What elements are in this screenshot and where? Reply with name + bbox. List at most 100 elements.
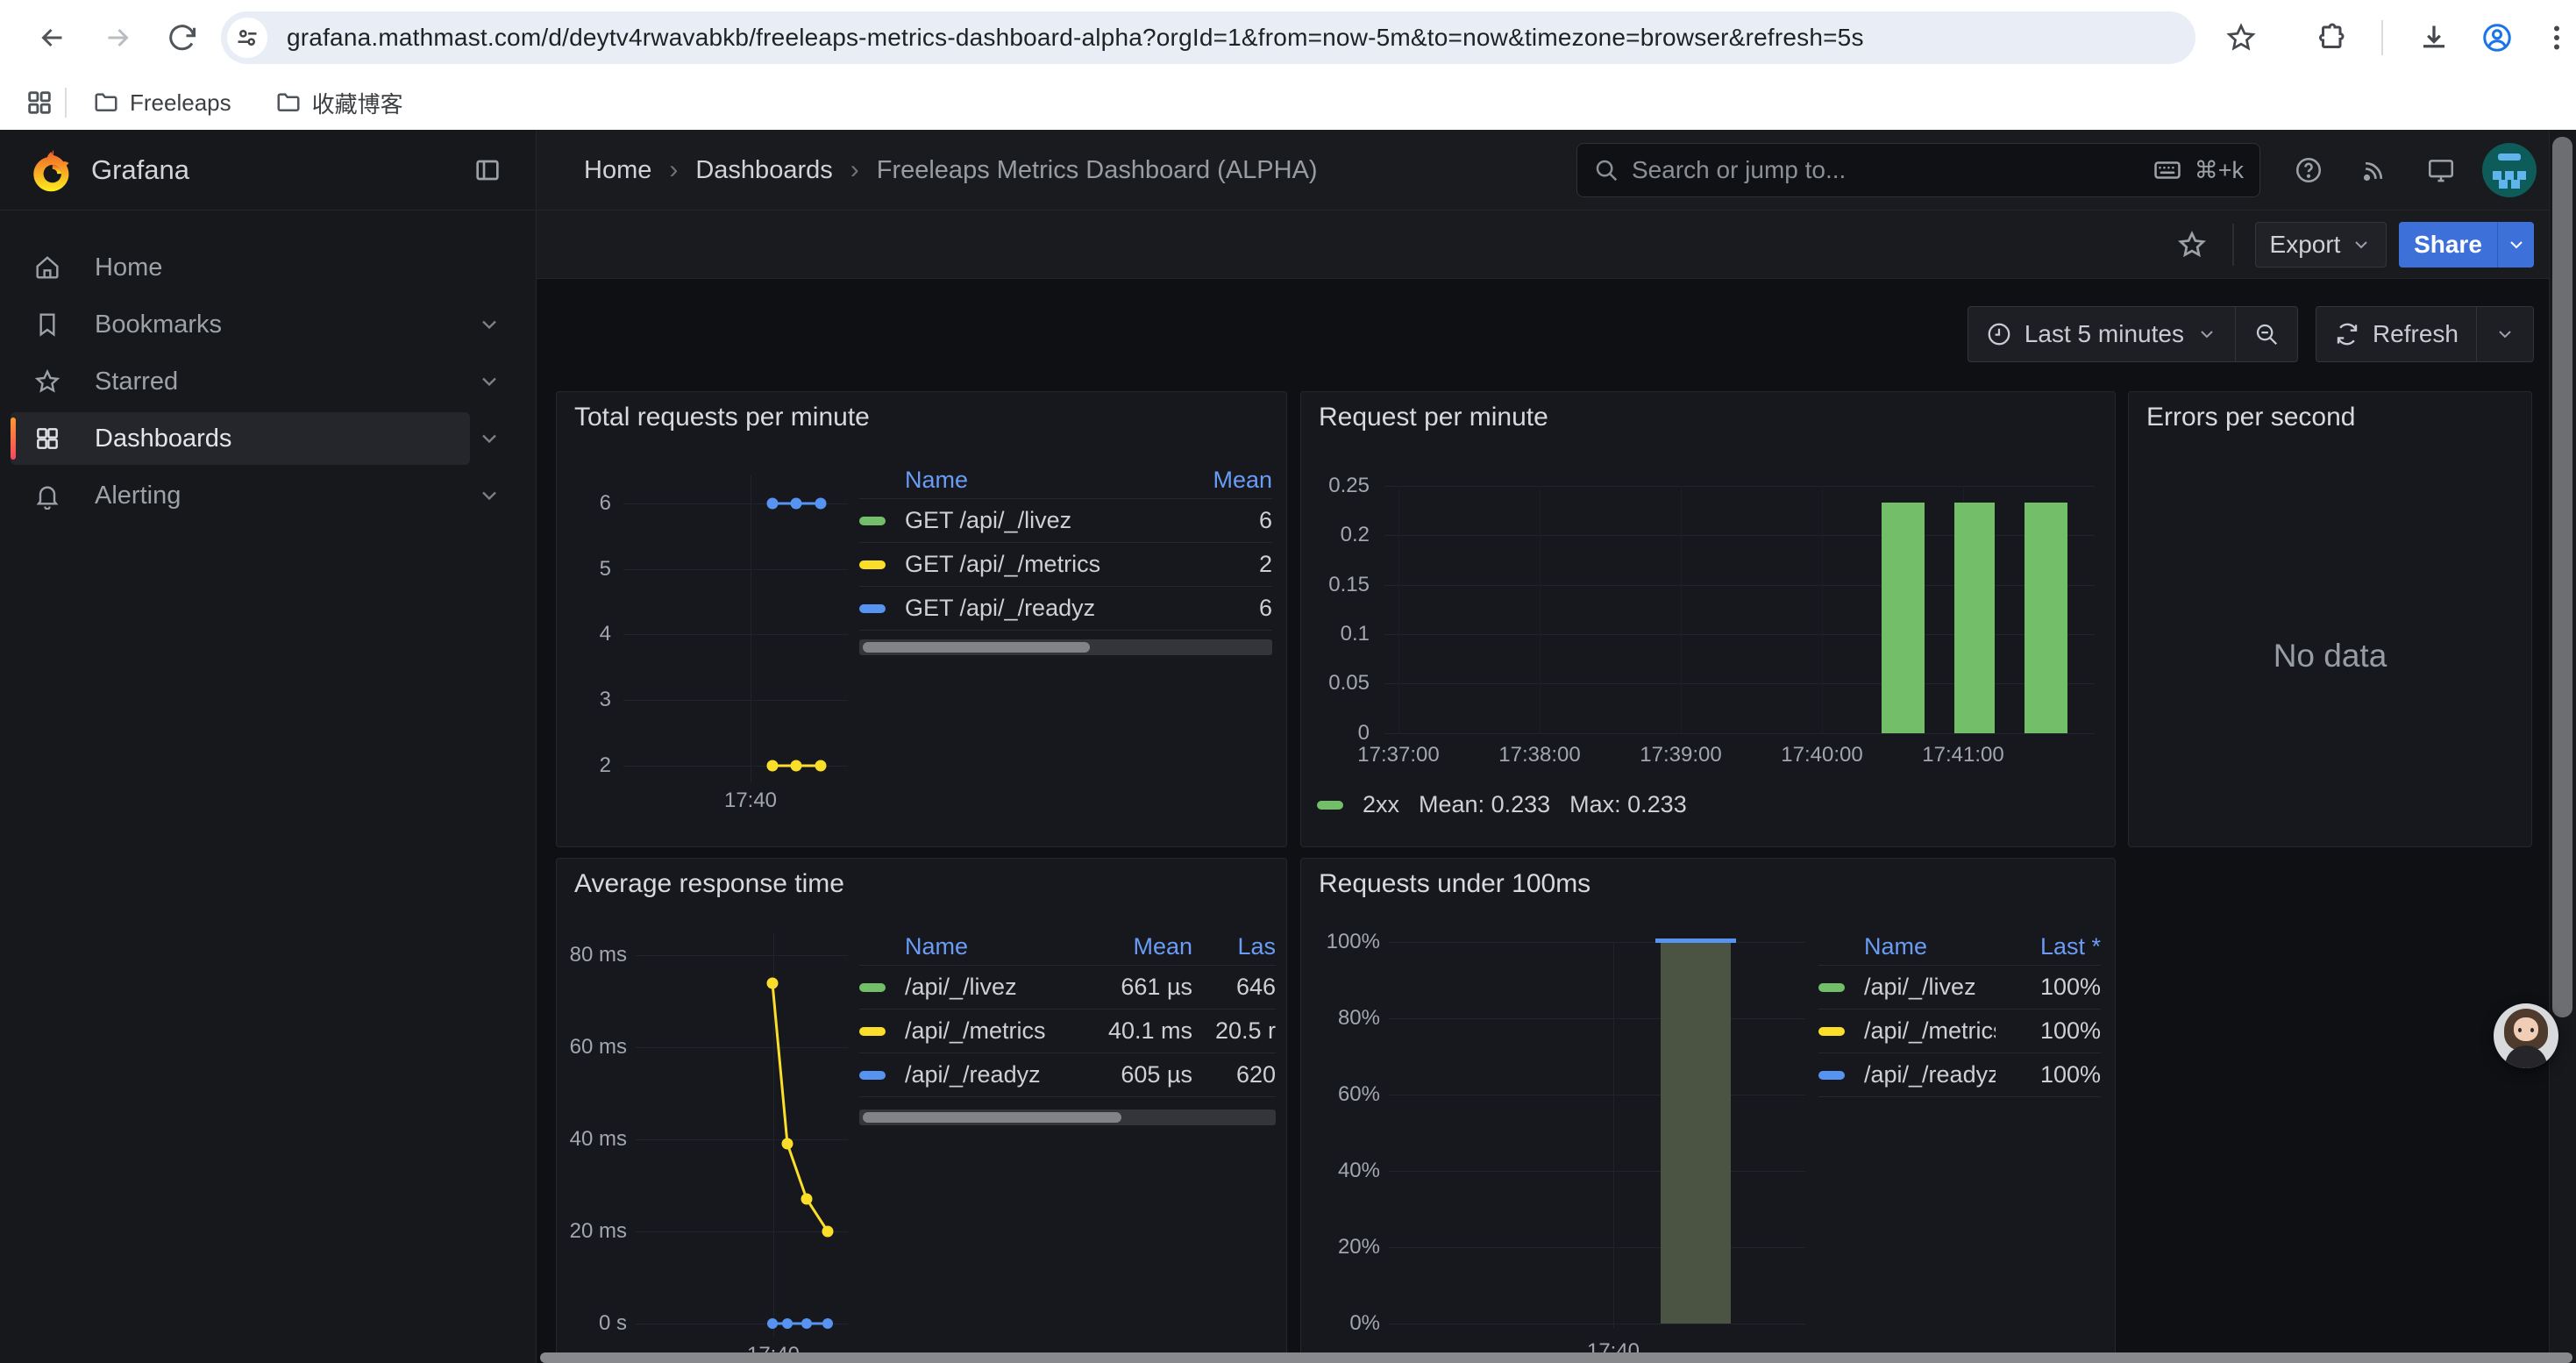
sidebar-item-alerting[interactable]: Alerting — [11, 469, 470, 522]
no-data-message: No data — [2129, 638, 2531, 674]
panel-title[interactable]: Average response time — [574, 869, 844, 899]
col-name[interactable]: Name — [1864, 933, 1996, 960]
breadcrumb-separator: › — [669, 155, 678, 185]
bookmark-folder-blogs[interactable]: 收藏博客 — [261, 80, 417, 126]
zoom-out-button[interactable] — [2235, 307, 2297, 361]
legend-row[interactable]: /api/_/readyz 100% — [1818, 1053, 2101, 1097]
legend-row[interactable]: GET /api/_/readyz 6 — [859, 587, 1272, 631]
share-dropdown-button[interactable] — [2497, 222, 2534, 268]
breadcrumb-home[interactable]: Home — [584, 156, 651, 185]
legend-row[interactable]: /api/_/metrics 40.1 ms 20.5 r — [859, 1010, 1276, 1053]
share-label: Share — [2414, 231, 2482, 259]
search-shortcut: ⌘+k — [2195, 157, 2244, 184]
bar-2xx[interactable] — [2025, 503, 2067, 733]
home-icon — [33, 253, 61, 282]
line-chart[interactable] — [609, 471, 855, 804]
y-tick: 100% — [1306, 931, 1380, 953]
assistant-avatar-widget[interactable] — [2494, 1003, 2558, 1068]
x-tick: 17:41:00 — [1893, 743, 2033, 767]
time-controls: Last 5 minutes Refresh — [537, 305, 2576, 363]
y-tick: 40% — [1306, 1160, 1380, 1181]
time-picker-group: Last 5 minutes — [1968, 306, 2298, 362]
forward-icon[interactable] — [102, 22, 133, 54]
area-fill[interactable] — [1661, 942, 1731, 1324]
col-mean[interactable]: Mean — [1167, 467, 1272, 494]
line-chart[interactable] — [592, 946, 872, 1337]
zoom-out-icon — [2253, 321, 2280, 347]
panel-total-requests: Total requests per minute 6 5 4 3 2 17:4… — [556, 391, 1287, 847]
vertical-scrollbar-thumb[interactable] — [2552, 137, 2572, 1017]
extensions-icon[interactable] — [2316, 22, 2348, 54]
series-max: Max: 0.233 — [1569, 791, 1687, 818]
y-tick: 0.05 — [1308, 673, 1370, 694]
sidebar-item-label: Home — [95, 253, 162, 282]
favorite-star-icon[interactable] — [2176, 229, 2208, 260]
reload-icon[interactable] — [167, 22, 198, 54]
col-last[interactable]: Last * — [1996, 933, 2101, 960]
legend-scrollbar[interactable] — [859, 1110, 1276, 1125]
legend-row[interactable]: GET /api/_/livez 6 — [859, 499, 1272, 543]
legend-header: Name Mean — [859, 462, 1272, 499]
col-mean[interactable]: Mean — [1078, 933, 1192, 960]
legend-row[interactable]: /api/_/readyz 605 µs 620 — [859, 1053, 1276, 1097]
chevron-down-icon[interactable] — [477, 369, 502, 394]
series-mean: 661 µs — [1078, 974, 1192, 1001]
legend-row[interactable]: /api/_/metrics 100% — [1818, 1010, 2101, 1053]
url-bar[interactable]: grafana.mathmast.com/d/deytv4rwavabkb/fr… — [221, 11, 2195, 64]
sidebar-item-bookmarks[interactable]: Bookmarks — [11, 298, 470, 351]
sidebar-item-label: Bookmarks — [95, 310, 222, 339]
legend-table: Name Last * /api/_/livez 100% /api/_/met… — [1818, 929, 2101, 1097]
legend-scrollbar[interactable] — [859, 639, 1272, 655]
panel-title[interactable]: Requests under 100ms — [1319, 869, 1590, 899]
col-last[interactable]: Las — [1192, 933, 1276, 960]
chevron-down-icon[interactable] — [477, 312, 502, 337]
bar-2xx[interactable] — [1954, 503, 1995, 733]
grafana-app: Grafana Home Bookmarks Starred Dashboard… — [0, 130, 2576, 1363]
sidebar-item-dashboards[interactable]: Dashboards — [11, 412, 470, 465]
panel-title[interactable]: Total requests per minute — [574, 403, 870, 432]
export-button[interactable]: Export — [2255, 222, 2387, 268]
monitor-icon[interactable] — [2426, 155, 2456, 185]
browser-menu-icon[interactable] — [2541, 22, 2572, 54]
grafana-logo[interactable] — [30, 147, 75, 193]
help-icon[interactable] — [2294, 155, 2323, 185]
chevron-down-icon[interactable] — [477, 483, 502, 508]
series-mean: Mean: 0.233 — [1419, 791, 1550, 818]
legend-inline[interactable]: 2xx Mean: 0.233 Max: 0.233 — [1317, 791, 1687, 818]
download-icon[interactable] — [2418, 22, 2450, 54]
back-icon[interactable] — [37, 22, 68, 54]
series-name: GET /api/_/readyz — [905, 595, 1167, 622]
profile-icon[interactable] — [2481, 22, 2513, 54]
refresh-button[interactable]: Refresh — [2316, 307, 2476, 361]
sidebar-item-home[interactable]: Home — [11, 241, 470, 294]
series-name: /api/_/readyz — [1864, 1061, 1996, 1088]
chevron-down-icon[interactable] — [477, 426, 502, 451]
user-avatar[interactable] — [2482, 143, 2537, 197]
panel-title[interactable]: Errors per second — [2146, 403, 2355, 432]
refresh-interval-dropdown[interactable] — [2476, 307, 2533, 361]
sidebar-item-starred[interactable]: Starred — [11, 355, 470, 408]
bar-2xx[interactable] — [1882, 503, 1925, 733]
sidebar-toggle-icon[interactable] — [473, 156, 502, 184]
bookmark-star-icon[interactable] — [2225, 22, 2257, 54]
breadcrumb-dashboards[interactable]: Dashboards — [695, 156, 832, 185]
legend-row[interactable]: GET /api/_/metrics 2 — [859, 543, 1272, 587]
site-info-icon[interactable] — [227, 18, 267, 58]
search-input[interactable]: Search or jump to... ⌘+k — [1576, 143, 2260, 197]
col-name[interactable]: Name — [905, 933, 1078, 960]
apps-grid-icon[interactable] — [25, 88, 54, 118]
legend-row[interactable]: /api/_/livez 100% — [1818, 966, 2101, 1010]
bookmarks-divider — [65, 88, 67, 118]
breadcrumb-current: Freeleaps Metrics Dashboard (ALPHA) — [877, 156, 1318, 185]
time-range-picker[interactable]: Last 5 minutes — [1968, 307, 2235, 361]
series-color-readyz — [859, 1071, 886, 1080]
legend-row[interactable]: /api/_/livez 661 µs 646 — [859, 966, 1276, 1010]
col-name[interactable]: Name — [905, 467, 1167, 494]
bookmark-folder-freeleaps[interactable]: Freeleaps — [79, 82, 246, 124]
series-mean: 6 — [1167, 507, 1272, 534]
share-button[interactable]: Share — [2399, 222, 2497, 268]
y-tick: 0.1 — [1308, 624, 1370, 645]
news-rss-icon[interactable] — [2359, 155, 2389, 185]
horizontal-scrollbar-thumb[interactable] — [540, 1352, 2572, 1363]
panel-title[interactable]: Request per minute — [1319, 403, 1548, 432]
